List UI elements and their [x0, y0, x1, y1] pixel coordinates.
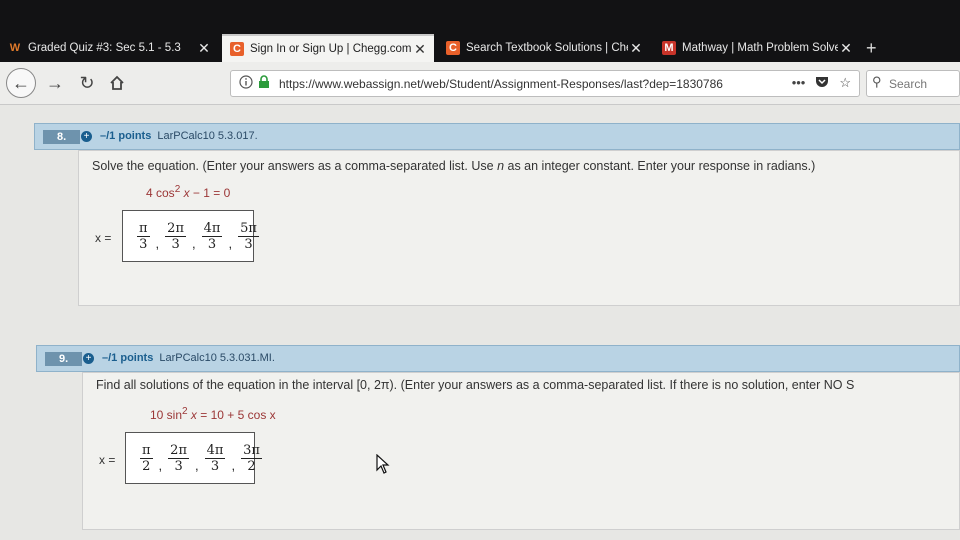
lock-icon [258, 75, 270, 94]
answer-fraction: 4π 3 [201, 443, 230, 474]
webassign-icon: W [9, 42, 21, 54]
answer-fraction: 5π 3 [234, 221, 263, 252]
search-input[interactable]: ⚲ Search [866, 70, 960, 97]
search-icon: ⚲ [872, 74, 882, 89]
tab-label: Mathway | Math Problem Solver [682, 42, 838, 54]
question-meta: + –/1 points LarPCalc10 5.3.031.MI. [83, 352, 275, 364]
question-prompt: Find all solutions of the equation in th… [96, 378, 958, 392]
answer-fraction: 3π 2 [237, 443, 266, 474]
comma: , [192, 235, 196, 251]
answer-label: x = [95, 231, 112, 245]
close-icon[interactable]: ✕ [412, 41, 428, 58]
question-number: 8. [43, 130, 81, 144]
close-icon[interactable]: ✕ [628, 40, 644, 57]
answer-field[interactable]: π2, 2π 3, 4π 3, 3π 2 [125, 432, 262, 484]
equation-variable: x [187, 408, 197, 422]
fraction-numerator: 4π [204, 442, 226, 459]
tab-mathway[interactable]: M Mathway | Math Problem Solver ✕ [654, 34, 860, 62]
question-source: LarPCalc10 5.3.017. [157, 130, 258, 142]
answer-field[interactable]: π3, 2π 3, 4π 3, 5π 3 [122, 210, 259, 262]
new-tab-button[interactable]: + [866, 38, 877, 59]
url-main: https://www.webassign.net/web/Student/As… [279, 77, 723, 91]
equation-right: = 10 + 5 cos x [196, 408, 276, 422]
answer-fraction: π2 [136, 443, 157, 474]
question-meta: + –/1 points LarPCalc10 5.3.017. [81, 130, 258, 142]
question-header: 8. + –/1 points LarPCalc10 5.3.017. [34, 123, 960, 150]
comma: , [158, 457, 163, 473]
prompt-pre: Solve the equation. (Enter your answers … [92, 159, 498, 173]
tab-label: Graded Quiz #3: Sec 5.1 - 5.3 [28, 42, 181, 54]
answer-fraction: 2π 3 [161, 221, 190, 252]
tab-label: Search Textbook Solutions | Cheg [466, 42, 628, 54]
question-number: 9. [45, 352, 83, 366]
comma: , [155, 235, 160, 251]
comma: , [228, 235, 233, 251]
bookmark-star-icon[interactable]: ☆ [839, 75, 851, 92]
answer-label: x = [99, 453, 116, 467]
tab-graded-quiz[interactable]: W Graded Quiz #3: Sec 5.1 - 5.3 ✕ [0, 34, 218, 62]
equation: 10 sin2 x = 10 + 5 cos x [150, 406, 276, 422]
fraction-denominator: 3 [207, 236, 217, 252]
tab-strip: W Graded Quiz #3: Sec 5.1 - 5.3 ✕ C Sign… [0, 0, 960, 62]
fraction-numerator: 4π [201, 220, 223, 237]
forward-button[interactable]: → [42, 70, 68, 96]
address-bar[interactable]: https://www.webassign.net/web/Student/As… [230, 70, 860, 97]
home-button[interactable] [104, 70, 130, 96]
fraction-denominator: 3 [210, 458, 220, 474]
comma: , [231, 457, 236, 473]
fraction-denominator: 2 [142, 458, 151, 474]
fraction-denominator: 3 [139, 236, 148, 252]
fraction-numerator: π [137, 220, 150, 237]
fraction-numerator: 3π [241, 442, 262, 459]
answer-fraction: 2π 3 [164, 443, 193, 474]
fraction-numerator: 2π [165, 220, 186, 237]
comma: , [195, 457, 199, 473]
question-prompt: Solve the equation. (Enter your answers … [92, 159, 815, 173]
question-header: 9. + –/1 points LarPCalc10 5.3.031.MI. [36, 345, 960, 372]
equation-variable: x [180, 186, 190, 200]
prompt-variable: n [497, 159, 505, 173]
back-arrow-icon: ← [12, 72, 30, 93]
answer-fraction: 4π 3 [198, 221, 227, 252]
home-icon [110, 75, 124, 90]
navigation-bar: ← → ↻ https://www.webassign.net/web/Stud… [0, 62, 960, 105]
fraction-numerator: 5π [238, 220, 259, 237]
chegg-icon: C [446, 41, 460, 55]
reload-icon: ↻ [79, 72, 95, 93]
chegg-icon: C [230, 42, 244, 56]
tab-chegg-signin[interactable]: C Sign In or Sign Up | Chegg.com ✕ [222, 34, 434, 62]
equation: 4 cos2 x − 1 = 0 [146, 184, 230, 200]
fraction-numerator: 2π [168, 442, 189, 459]
prompt-pre: Find all solutions of the equation in th… [96, 378, 855, 392]
close-icon[interactable]: ✕ [196, 40, 212, 57]
answer-fraction: π3 [133, 221, 154, 252]
question-source: LarPCalc10 5.3.031.MI. [159, 352, 275, 364]
prompt-post: as an integer constant. Enter your respo… [504, 159, 816, 173]
fraction-denominator: 2 [247, 458, 256, 474]
equation-right: − 1 = 0 [189, 186, 231, 200]
page-actions-menu-icon[interactable]: ••• [792, 75, 806, 92]
fraction-denominator: 3 [244, 236, 253, 252]
fraction-denominator: 3 [174, 458, 183, 474]
points-link[interactable]: –/1 points [100, 130, 151, 142]
pocket-icon[interactable] [815, 75, 829, 92]
equation-left: 10 sin [150, 408, 183, 422]
equation-left: 4 cos [146, 186, 175, 200]
back-button[interactable]: ← [6, 68, 36, 98]
expand-icon[interactable]: + [83, 352, 94, 364]
search-placeholder: Search [889, 77, 928, 91]
mouse-cursor-icon [376, 453, 390, 479]
fraction-numerator: π [140, 442, 153, 459]
info-icon[interactable] [239, 75, 253, 94]
mathway-icon: M [662, 41, 676, 55]
forward-arrow-icon: → [46, 72, 64, 93]
tab-chegg-search[interactable]: C Search Textbook Solutions | Cheg ✕ [438, 34, 650, 62]
reload-button[interactable]: ↻ [74, 70, 100, 96]
url-text: https://www.webassign.net/web/Student/As… [279, 77, 723, 91]
points-link[interactable]: –/1 points [102, 352, 153, 364]
expand-icon[interactable]: + [81, 130, 92, 142]
close-icon[interactable]: ✕ [838, 40, 854, 57]
fraction-denominator: 3 [171, 236, 180, 252]
tab-label: Sign In or Sign Up | Chegg.com [250, 43, 412, 55]
